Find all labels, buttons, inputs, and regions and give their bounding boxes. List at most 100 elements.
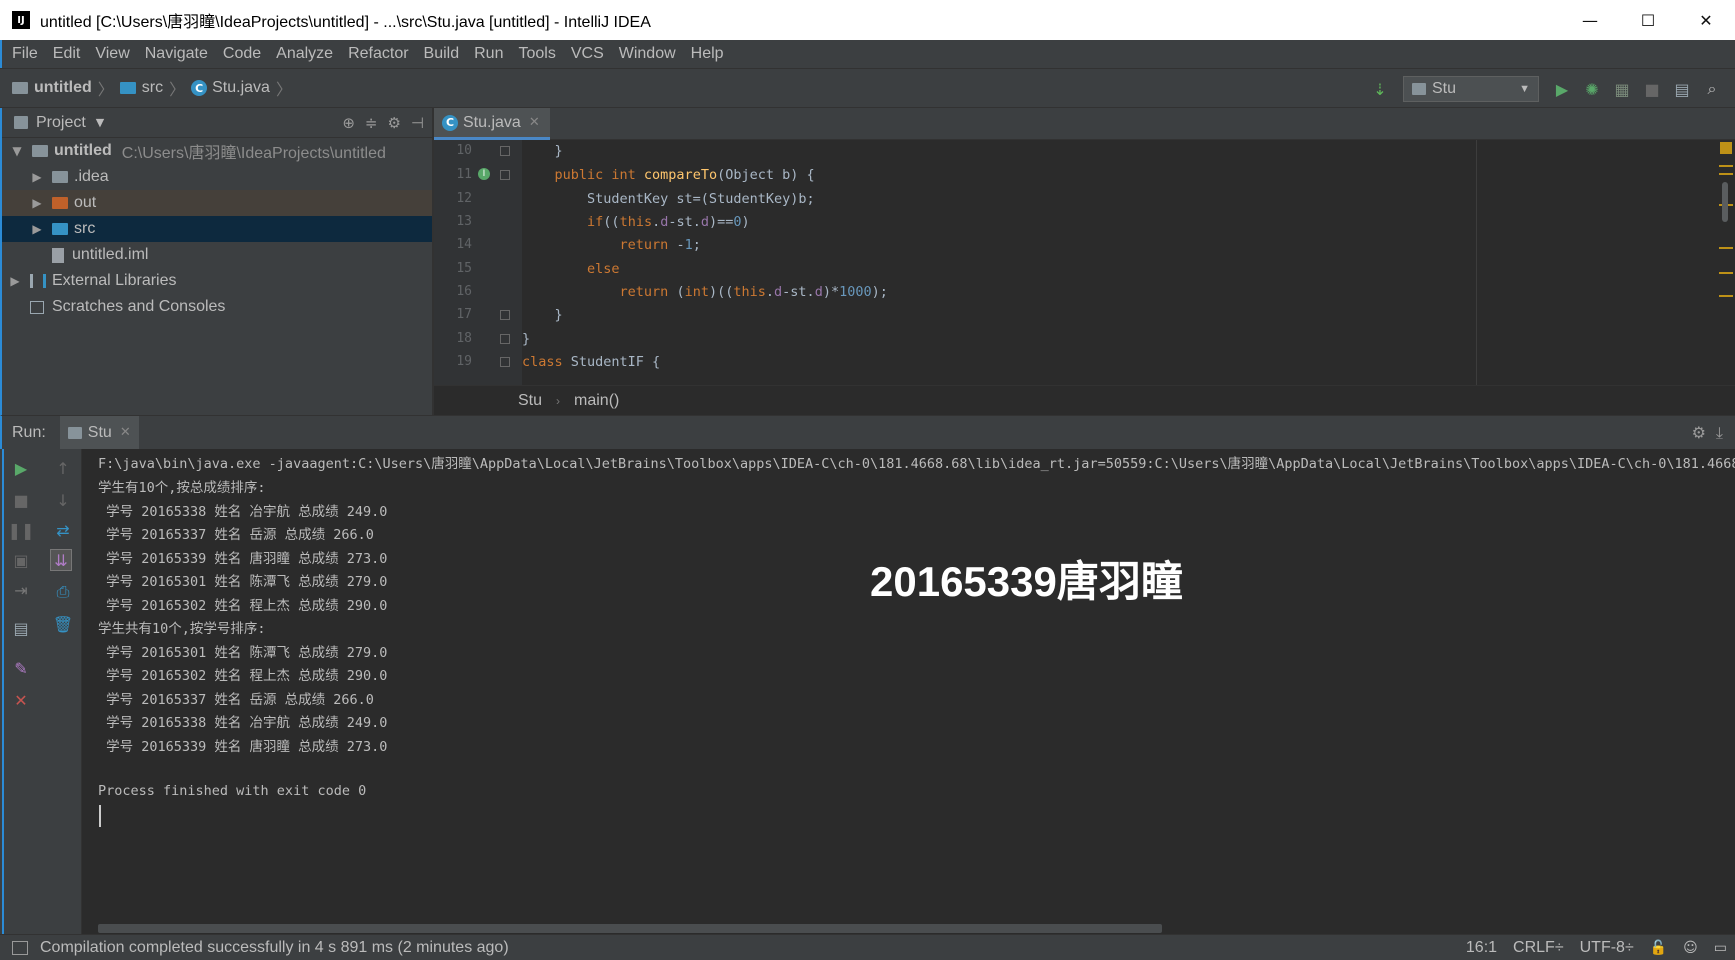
debug-icon[interactable]: ✺ bbox=[1581, 78, 1603, 100]
tree-item-scratches[interactable]: Scratches and Consoles bbox=[2, 294, 432, 320]
breadcrumb-class[interactable]: Stu bbox=[518, 392, 542, 410]
expanded-arrow-icon[interactable]: ▼ bbox=[10, 144, 24, 158]
warning-mark[interactable] bbox=[1719, 272, 1733, 274]
nav-crumb-project[interactable]: untitled 〉 bbox=[12, 76, 114, 100]
tab-stu-java[interactable]: C Stu.java ✕ bbox=[434, 108, 550, 140]
warning-mark[interactable] bbox=[1719, 173, 1733, 175]
collapsed-arrow-icon[interactable]: ▶ bbox=[8, 274, 22, 288]
clear-all-icon[interactable]: 🗑 bbox=[52, 613, 74, 635]
fold-marker-icon[interactable] bbox=[500, 310, 510, 320]
scratches-icon bbox=[30, 300, 44, 314]
tree-item-root[interactable]: ▼ untitled C:\Users\唐羽瞳\IdeaProjects\unt… bbox=[2, 138, 432, 164]
menu-tools[interactable]: Tools bbox=[518, 45, 555, 63]
breadcrumb-method[interactable]: main() bbox=[574, 392, 619, 410]
implements-method-icon[interactable]: I bbox=[478, 168, 490, 180]
nav-crumb-src[interactable]: src 〉 bbox=[119, 76, 185, 100]
dump-threads-icon[interactable]: ▣ bbox=[10, 549, 32, 571]
console-horizontal-scrollbar[interactable] bbox=[98, 924, 1162, 933]
code-line: return (int)((this.d-st.d)*1000); bbox=[619, 284, 888, 300]
scroll-to-end-icon[interactable]: ⇊ bbox=[50, 549, 72, 571]
collapsed-arrow-icon[interactable]: ▶ bbox=[30, 170, 44, 184]
collapsed-arrow-icon[interactable]: ▶ bbox=[30, 196, 44, 210]
run-configuration-select[interactable]: Stu ▼ bbox=[1403, 76, 1539, 102]
tab-label: Stu.java bbox=[463, 113, 521, 131]
gear-icon[interactable]: ⚙ bbox=[387, 114, 400, 132]
error-stripe[interactable] bbox=[1716, 140, 1735, 385]
warning-mark[interactable] bbox=[1719, 165, 1733, 167]
warning-mark[interactable] bbox=[1719, 295, 1733, 297]
warning-indicator-icon[interactable] bbox=[1720, 142, 1732, 154]
menu-help[interactable]: Help bbox=[691, 45, 724, 63]
line-separator-select[interactable]: CRLF÷ bbox=[1513, 939, 1564, 957]
menu-analyze[interactable]: Analyze bbox=[276, 45, 333, 63]
exit-icon[interactable]: ⇥ bbox=[10, 579, 32, 601]
menu-navigate[interactable]: Navigate bbox=[145, 45, 208, 63]
coverage-icon[interactable]: ▦ bbox=[1611, 78, 1633, 100]
tree-item-idea[interactable]: ▶ .idea bbox=[2, 164, 432, 190]
project-structure-icon[interactable]: ▤ bbox=[1671, 78, 1693, 100]
tree-item-external-libraries[interactable]: ▶ External Libraries bbox=[2, 268, 432, 294]
tree-item-path: C:\Users\唐羽瞳\IdeaProjects\untitled bbox=[121, 145, 386, 162]
menu-edit[interactable]: Edit bbox=[53, 45, 81, 63]
run-config-icon bbox=[67, 426, 82, 439]
menu-run[interactable]: Run bbox=[474, 45, 503, 63]
inspector-icon[interactable]: ☺ bbox=[1683, 940, 1698, 956]
tool-windows-icon[interactable] bbox=[12, 940, 28, 955]
line-number: 15 bbox=[456, 261, 472, 276]
down-arrow-icon[interactable]: ↓ bbox=[52, 489, 74, 511]
run-icon[interactable]: ▶ bbox=[1551, 78, 1573, 100]
tree-item-src[interactable]: ▶ src bbox=[2, 216, 432, 242]
locate-icon[interactable]: ⊕ bbox=[342, 114, 355, 132]
menu-build[interactable]: Build bbox=[424, 45, 460, 63]
project-view-select[interactable]: Project bbox=[36, 114, 86, 132]
lock-icon[interactable]: 🔓 bbox=[1650, 940, 1667, 956]
gear-icon[interactable]: ⚙ bbox=[1692, 423, 1706, 443]
fold-marker-icon[interactable] bbox=[500, 334, 510, 344]
menu-vcs[interactable]: VCS bbox=[571, 45, 604, 63]
print-icon[interactable]: ⎙ bbox=[52, 581, 74, 603]
search-icon[interactable]: ⌕ bbox=[1701, 78, 1723, 100]
tree-item-iml[interactable]: untitled.iml bbox=[2, 242, 432, 268]
close-tab-icon[interactable]: ✕ bbox=[120, 425, 131, 440]
close-button[interactable]: ✕ bbox=[1677, 0, 1735, 40]
menu-code[interactable]: Code bbox=[223, 45, 261, 63]
console-output[interactable]: F:\java\bin\java.exe -javaagent:C:\Users… bbox=[82, 449, 1735, 934]
console-line: 学号 20165339 姓名 唐羽瞳 总成绩 273.0 bbox=[98, 551, 388, 567]
menu-refactor[interactable]: Refactor bbox=[348, 45, 408, 63]
tree-item-out[interactable]: ▶ out bbox=[2, 190, 432, 216]
editor-scrollbar-thumb[interactable] bbox=[1722, 182, 1728, 222]
menu-window[interactable]: Window bbox=[619, 45, 676, 63]
menu-file[interactable]: File bbox=[12, 45, 38, 63]
rerun-icon[interactable]: ▶ bbox=[10, 457, 32, 479]
collapsed-arrow-icon[interactable]: ▶ bbox=[30, 222, 44, 236]
hide-panel-icon[interactable]: ⊣ bbox=[411, 114, 424, 132]
hide-panel-icon[interactable]: ⤓ bbox=[1716, 423, 1723, 443]
warning-mark[interactable] bbox=[1719, 247, 1733, 249]
close-icon[interactable]: ✕ bbox=[10, 689, 32, 711]
collapse-all-icon[interactable]: ≑ bbox=[365, 114, 378, 132]
chevron-down-icon[interactable]: ▼ bbox=[96, 116, 104, 129]
code-line: } bbox=[522, 331, 531, 347]
pause-icon[interactable]: ❚❚ bbox=[8, 519, 35, 541]
menu-view[interactable]: View bbox=[95, 45, 129, 63]
event-log-icon[interactable]: ▭ bbox=[1714, 940, 1727, 956]
close-tab-icon[interactable]: ✕ bbox=[529, 115, 540, 130]
fold-marker-icon[interactable] bbox=[500, 170, 510, 180]
stop-icon[interactable]: ■ bbox=[10, 489, 32, 511]
run-tab-stu[interactable]: Stu ✕ bbox=[59, 415, 139, 450]
code-line: else bbox=[587, 261, 620, 277]
nav-crumb-file[interactable]: C Stu.java 〉 bbox=[191, 76, 292, 100]
caret-position[interactable]: 16:1 bbox=[1466, 939, 1497, 957]
layout-icon[interactable]: ▤ bbox=[10, 617, 32, 639]
build-project-icon[interactable]: ⇣ bbox=[1369, 78, 1391, 100]
up-arrow-icon[interactable]: ↑ bbox=[52, 457, 74, 479]
soft-wrap-icon[interactable]: ⇄ bbox=[52, 519, 74, 541]
minimize-button[interactable]: — bbox=[1561, 0, 1619, 40]
code-editor[interactable]: } public int compareTo(Object b) { Stude… bbox=[522, 140, 1735, 385]
maximize-button[interactable]: ☐ bbox=[1619, 0, 1677, 40]
stop-icon[interactable]: ■ bbox=[1641, 78, 1663, 100]
fold-marker-icon[interactable] bbox=[500, 357, 510, 367]
pin-icon[interactable]: ✎ bbox=[10, 657, 32, 679]
encoding-select[interactable]: UTF-8÷ bbox=[1580, 939, 1634, 957]
fold-marker-icon[interactable] bbox=[500, 146, 510, 156]
